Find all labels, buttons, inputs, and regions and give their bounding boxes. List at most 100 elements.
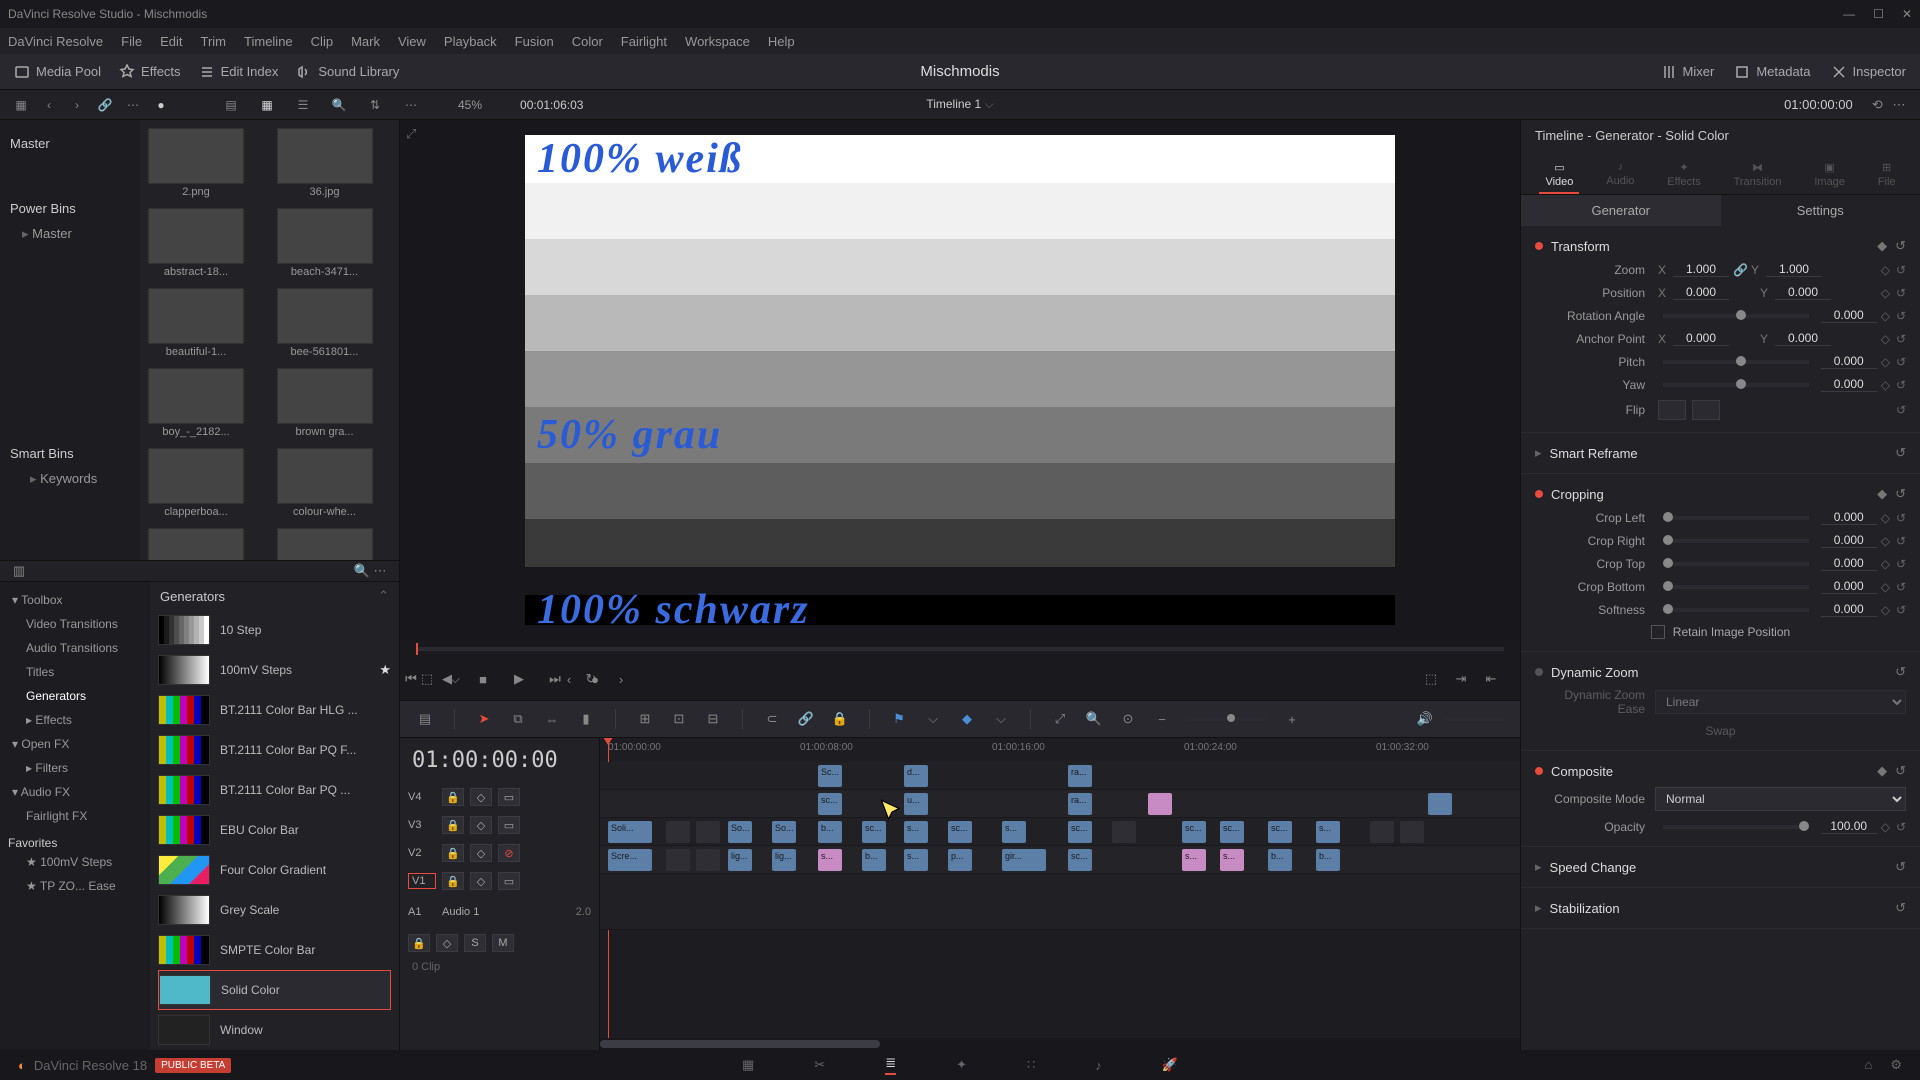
- flag-icon[interactable]: ⚑: [890, 710, 908, 728]
- opacity-field[interactable]: 100.00: [1821, 819, 1877, 834]
- menu-clip[interactable]: Clip: [311, 34, 333, 49]
- generator-item[interactable]: BT.2111 Color Bar PQ F...: [158, 730, 391, 770]
- edit-index-toggle[interactable]: Edit Index: [199, 64, 279, 80]
- crop-left-slider[interactable]: [1663, 516, 1809, 520]
- timeline-scrollbar[interactable]: [600, 1038, 1520, 1050]
- crop-right-slider[interactable]: [1663, 539, 1809, 543]
- fx-cat-filters[interactable]: ▸ Filters: [8, 756, 142, 780]
- more-options-icon[interactable]: ⋯: [402, 96, 420, 114]
- crop-bottom-slider[interactable]: [1663, 585, 1809, 589]
- disable-v2-icon[interactable]: ⊘: [498, 844, 520, 862]
- clip-v3-3[interactable]: ra...: [1068, 793, 1092, 815]
- more-icon[interactable]: ⋯: [124, 96, 142, 114]
- media-thumb[interactable]: beautiful-1...: [148, 288, 244, 358]
- timeline-dropdown-icon[interactable]: ⌵: [985, 97, 994, 111]
- crop-left-field[interactable]: 0.000: [1821, 510, 1877, 525]
- zoom-slider[interactable]: [1187, 717, 1267, 721]
- yaw-field[interactable]: 0.000: [1821, 377, 1877, 392]
- replace-clip-icon[interactable]: ⊟: [704, 710, 722, 728]
- marker-dropdown-icon[interactable]: ⌵: [992, 710, 1010, 728]
- generator-item[interactable]: Four Color Gradient: [158, 850, 391, 890]
- generator-item[interactable]: EBU Color Bar: [158, 810, 391, 850]
- zoom-out-icon[interactable]: −: [1153, 710, 1171, 728]
- composite-mode-select[interactable]: Normal: [1655, 787, 1906, 811]
- menu-davinci[interactable]: DaVinci Resolve: [8, 34, 103, 49]
- clip-v3-4[interactable]: [1148, 793, 1172, 815]
- fav-tpzo[interactable]: ★ TP ZO... Ease: [8, 874, 142, 898]
- favorite-star-icon[interactable]: ★: [379, 662, 391, 678]
- selection-tool-icon[interactable]: ➤: [475, 710, 493, 728]
- bin-view-icon[interactable]: ▦: [12, 96, 30, 114]
- anchor-y-field[interactable]: 0.000: [1775, 331, 1831, 346]
- softness-slider[interactable]: [1663, 608, 1809, 612]
- page-fairlight-icon[interactable]: ♪: [1095, 1058, 1102, 1073]
- track-header-v1[interactable]: V1🔒◇▭: [400, 867, 599, 895]
- inspector-subtab-settings[interactable]: Settings: [1721, 195, 1920, 226]
- menu-view[interactable]: View: [398, 34, 426, 49]
- inspector-toggle[interactable]: Inspector: [1831, 64, 1906, 80]
- page-deliver-icon[interactable]: 🚀: [1162, 1057, 1178, 1073]
- zoom-detail-icon[interactable]: 🔍: [1085, 710, 1103, 728]
- speed-change-header[interactable]: ▸Speed Change↺: [1535, 855, 1906, 879]
- sound-library-toggle[interactable]: Sound Library: [296, 64, 399, 80]
- fx-options-icon[interactable]: ⋯: [371, 562, 389, 580]
- record-icon[interactable]: ●: [152, 96, 170, 114]
- timeline-name[interactable]: Timeline 1: [926, 97, 981, 111]
- page-fusion-icon[interactable]: ✦: [956, 1057, 967, 1073]
- fx-cat-fairlightfx[interactable]: Fairlight FX: [8, 804, 142, 828]
- menu-edit[interactable]: Edit: [160, 34, 182, 49]
- media-thumb[interactable]: dog-18014...: [277, 528, 373, 560]
- play-around-icon[interactable]: ●: [586, 670, 604, 688]
- flip-h-button[interactable]: [1658, 400, 1686, 420]
- out-point-icon[interactable]: ⇥: [1452, 670, 1470, 688]
- track-lane-v2[interactable]: Soli... So... So... b... sc... s... sc..…: [600, 818, 1520, 846]
- crop-top-slider[interactable]: [1663, 562, 1809, 566]
- snapping-icon[interactable]: ⊂: [763, 710, 781, 728]
- generator-item[interactable]: Grey Scale: [158, 890, 391, 930]
- rotation-field[interactable]: 0.000: [1821, 308, 1877, 323]
- cropping-header[interactable]: Cropping◆↺: [1535, 482, 1906, 506]
- crop-right-field[interactable]: 0.000: [1821, 533, 1877, 548]
- menu-trim[interactable]: Trim: [201, 34, 227, 49]
- clip-v1-scre[interactable]: Scre...: [608, 849, 652, 871]
- inspector-tab-audio[interactable]: ♪Audio: [1600, 157, 1640, 194]
- inspector-subtab-generator[interactable]: Generator: [1521, 195, 1721, 226]
- clip-v4-1[interactable]: Sc...: [818, 765, 842, 787]
- gang-icon[interactable]: ⟲: [1868, 96, 1886, 114]
- track-lane-a1[interactable]: [600, 874, 1520, 930]
- list-view-icon[interactable]: ☰: [294, 96, 312, 114]
- media-thumb[interactable]: 2.png: [148, 128, 244, 198]
- menu-file[interactable]: File: [121, 34, 142, 49]
- fx-cat-titles[interactable]: Titles: [8, 660, 142, 684]
- volume-slider[interactable]: [1444, 717, 1504, 721]
- fx-cat-effects[interactable]: ▸ Effects: [8, 708, 142, 732]
- generator-item[interactable]: BT.2111 Color Bar HLG ...: [158, 690, 391, 730]
- pitch-field[interactable]: 0.000: [1821, 354, 1877, 369]
- track-header-a1-controls[interactable]: 🔒◇SM: [400, 929, 599, 957]
- window-minimize-icon[interactable]: —: [1843, 7, 1855, 21]
- generator-item[interactable]: 10 Step: [158, 610, 391, 650]
- blade-tool-icon[interactable]: ▮: [577, 710, 595, 728]
- viewer-zoom-percent[interactable]: 45%: [458, 98, 482, 112]
- auto-select-v4[interactable]: ◇: [470, 788, 492, 806]
- track-header-v4[interactable]: V4🔒◇▭: [400, 783, 599, 811]
- inspector-tab-effects[interactable]: ✦Effects: [1661, 157, 1706, 194]
- media-thumb[interactable]: colour-whe...: [277, 448, 373, 518]
- transform-header[interactable]: Transform◆↺: [1535, 234, 1906, 258]
- trim-tool-icon[interactable]: ⧉: [509, 710, 527, 728]
- page-cut-icon[interactable]: ✂: [814, 1057, 825, 1073]
- fx-panel-icon[interactable]: ▥: [10, 562, 28, 580]
- dynamic-zoom-header[interactable]: Dynamic Zoom↺: [1535, 660, 1906, 684]
- match-frame-icon[interactable]: ⬚: [1422, 670, 1440, 688]
- media-thumb[interactable]: abstract-18...: [148, 208, 244, 278]
- menu-playback[interactable]: Playback: [444, 34, 497, 49]
- chevron-right-icon[interactable]: ›: [68, 96, 86, 114]
- position-lock-icon[interactable]: 🔒: [831, 710, 849, 728]
- media-thumb[interactable]: desert-471...: [148, 528, 244, 560]
- search-icon[interactable]: 🔍: [330, 96, 348, 114]
- stop-icon[interactable]: ■: [472, 668, 494, 690]
- flip-v-button[interactable]: [1692, 400, 1720, 420]
- dynamic-zoom-swap-button[interactable]: Swap: [1705, 724, 1735, 738]
- window-close-icon[interactable]: ✕: [1902, 7, 1912, 21]
- pos-y-field[interactable]: 0.000: [1775, 285, 1831, 300]
